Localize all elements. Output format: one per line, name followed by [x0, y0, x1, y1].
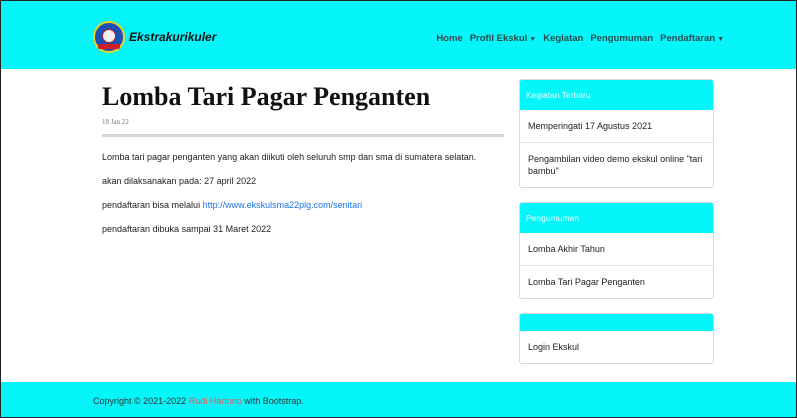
list-item[interactable]: Pengambilan video demo ekskul online "ta…	[520, 142, 713, 187]
caret-down-icon: ▼	[529, 36, 537, 43]
nav-item-pendaftaran[interactable]: Pendaftaran ▼	[660, 33, 724, 44]
copyright-text: Copyright © 2021-2022 Rudi Hartono with …	[93, 396, 304, 406]
author-link[interactable]: Rudi Hartono	[189, 396, 242, 406]
card-header	[520, 314, 713, 331]
card-login: Login Ekskul	[519, 313, 714, 364]
nav-item-profil-ekskul[interactable]: Profil Ekskul ▼	[470, 33, 537, 44]
caret-down-icon: ▼	[717, 36, 724, 43]
copyright-prefix: Copyright © 2021-2022	[93, 396, 189, 406]
card-pengumuman: Pengumuman Lomba Akhir Tahun Lomba Tari …	[519, 202, 714, 299]
nav-item-pengumuman[interactable]: Pengumuman	[590, 33, 653, 44]
registration-prefix: pendaftaran bisa melalui	[102, 200, 203, 210]
deadline-paragraph: pendaftaran dibuka sampai 31 Maret 2022	[102, 224, 272, 234]
registration-link[interactable]: http://www.ekskulsma22plg.com/senitari	[203, 200, 363, 210]
nav-item-home[interactable]: Home	[436, 33, 462, 44]
post-date: 18 Jan 22	[102, 118, 129, 126]
nav-menu: Home Profil Ekskul ▼ Kegiatan Pengumuman …	[436, 33, 724, 44]
list-item[interactable]: Lomba Akhir Tahun	[520, 233, 713, 265]
footer: Copyright © 2021-2022 Rudi Hartono with …	[1, 382, 796, 417]
navbar: Ekstrakurikuler Home Profil Ekskul ▼ Kegi…	[1, 1, 796, 69]
post-paragraph: Lomba tari pagar penganten yang akan dii…	[102, 152, 477, 162]
nav-item-kegiatan[interactable]: Kegiatan	[543, 33, 583, 44]
registration-paragraph: pendaftaran bisa melalui http://www.eksk…	[102, 199, 502, 211]
brand-name: Ekstrakurikuler	[129, 30, 217, 44]
brand-link[interactable]: Ekstrakurikuler	[93, 21, 216, 53]
card-kegiatan-terbaru: Kegiatan Terbaru Memperingati 17 Agustus…	[519, 79, 714, 188]
post-paragraph: akan dilaksanakan pada: 27 april 2022	[102, 176, 257, 186]
copyright-suffix: with Bootstrap.	[241, 396, 304, 406]
card-header: Pengumuman	[520, 203, 713, 233]
card-header: Kegiatan Terbaru	[520, 80, 713, 110]
post-title: Lomba Tari Pagar Penganten	[102, 82, 431, 111]
title-divider	[102, 134, 504, 137]
login-link[interactable]: Login Ekskul	[520, 331, 713, 363]
post-article: Lomba Tari Pagar Penganten 18 Jan 22 Lom…	[102, 82, 504, 244]
list-item[interactable]: Lomba Tari Pagar Penganten	[520, 265, 713, 298]
list-item[interactable]: Memperingati 17 Agustus 2021	[520, 110, 713, 142]
sidebar: Kegiatan Terbaru Memperingati 17 Agustus…	[519, 79, 714, 378]
school-emblem-icon	[93, 21, 125, 53]
